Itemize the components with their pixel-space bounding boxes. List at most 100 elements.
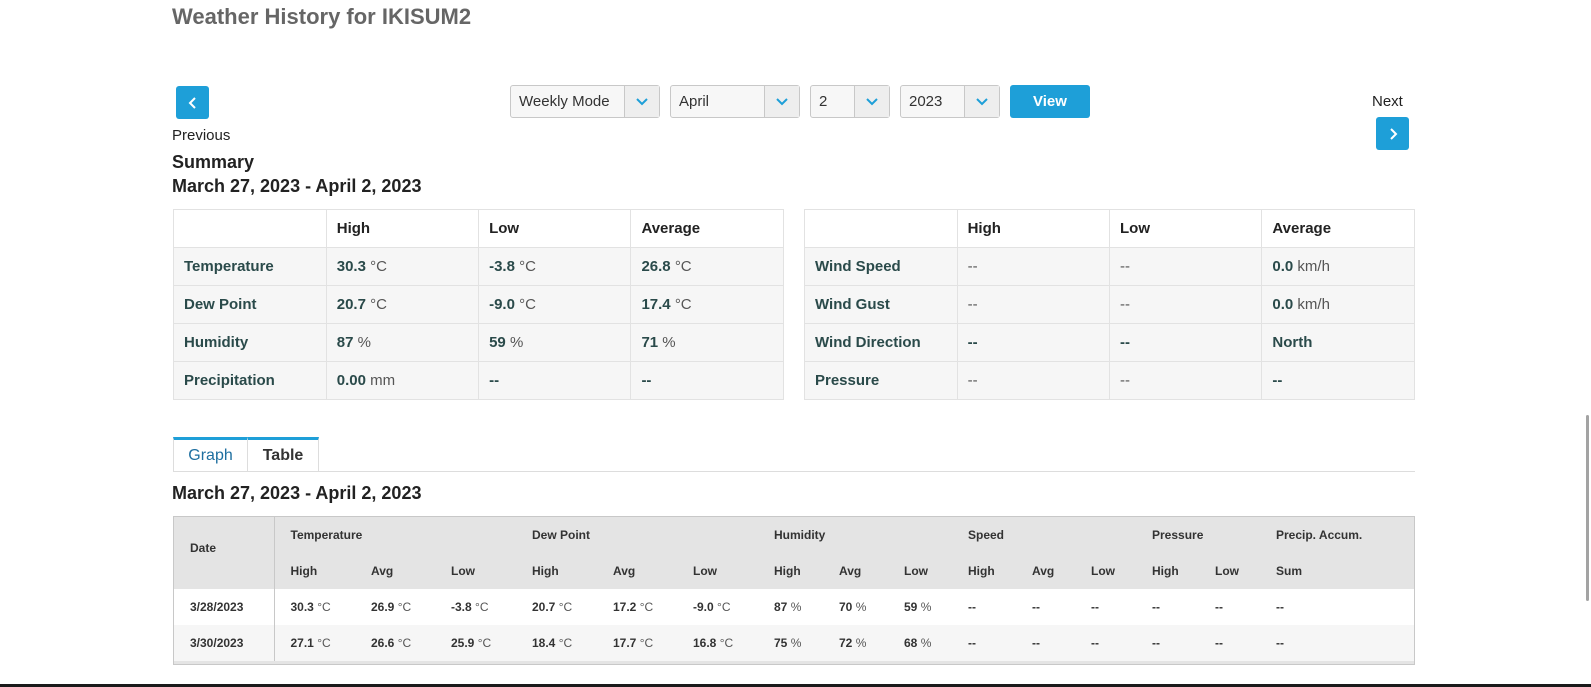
summary-row-label: Wind Direction	[804, 323, 958, 362]
history-cell: --	[1136, 589, 1199, 625]
chevron-right-icon	[1389, 127, 1397, 140]
summary-cell: 30.3 °C	[325, 247, 480, 286]
summary-row-label: Wind Speed	[804, 247, 958, 286]
summary-cell-value: 26.8	[641, 258, 671, 275]
summary-cell: --	[1261, 361, 1415, 400]
summary-header-row: High Low Average	[173, 209, 784, 248]
summary-cell-value: 0.00	[336, 372, 366, 389]
year-select[interactable]: 2023	[900, 85, 1000, 118]
history-cell-unit: °C	[719, 636, 734, 650]
history-cell-unit: °C	[639, 600, 654, 614]
history-cell: -3.8 °C	[435, 589, 516, 625]
history-subheader: Avg	[597, 553, 677, 589]
summary-cell-value: 0.0	[1272, 296, 1294, 313]
history-cell: 27.1 °C	[274, 625, 355, 661]
history-group-header: Precip. Accum.	[1260, 517, 1393, 553]
summary-cell-unit: °C	[674, 258, 692, 275]
history-cell: 25.9 °C	[435, 625, 516, 661]
history-cell: --	[1016, 589, 1075, 625]
previous-label[interactable]: Previous	[172, 127, 230, 144]
history-date: 3/28/2023	[174, 589, 275, 625]
history-cell-value: --	[968, 600, 976, 614]
history-subheader: High	[758, 553, 823, 589]
history-cell-value: 26.9	[371, 600, 395, 614]
history-col-date: Date	[174, 517, 275, 589]
history-cell-value: 16.8	[693, 636, 717, 650]
summary-cell-unit: °C	[370, 258, 387, 275]
summary-cell-value: -3.8	[489, 258, 515, 275]
history-cell: --	[1260, 625, 1393, 661]
history-cell: 75 %	[758, 625, 823, 661]
history-cell-unit: %	[855, 636, 867, 650]
week-select[interactable]: 2	[810, 85, 890, 118]
history-group-header: Speed	[952, 517, 1136, 553]
history-cell-empty	[1392, 625, 1414, 661]
history-cell-value: 27.1	[290, 636, 314, 650]
summary-cell: --	[1108, 285, 1263, 324]
summary-cell: 26.8 °C	[630, 247, 784, 286]
history-subheader: High	[952, 553, 1016, 589]
summary-table-right: High Low Average Wind Speed -- -- 0.0 km/h W…	[804, 209, 1415, 400]
summary-header: Average	[630, 209, 784, 248]
summary-row-label: Temperature	[173, 247, 327, 286]
history-cell-value: 17.2	[613, 600, 637, 614]
summary-cell-unit: °C	[674, 296, 692, 313]
summary-cell: North	[1261, 323, 1415, 362]
summary-cell-value: 17.4	[641, 296, 671, 313]
history-subheader: Low	[888, 553, 952, 589]
history-cell: 16.8 °C	[677, 625, 758, 661]
summary-table-left: High Low Average Temperature 30.3 °C -3.8 …	[173, 209, 784, 400]
summary-cell: 0.0 km/h	[1261, 285, 1415, 324]
scrollbar-thumb[interactable]	[1586, 415, 1589, 601]
view-button[interactable]: View	[1010, 85, 1090, 118]
next-button[interactable]	[1376, 117, 1409, 150]
chevron-down-icon	[624, 86, 659, 117]
history-table-container[interactable]: Date Temperature Dew Point Humidity Spee…	[173, 516, 1415, 665]
summary-cell-unit: km/h	[1297, 258, 1330, 275]
history-subheader: High	[1136, 553, 1199, 589]
tab-divider	[173, 471, 1415, 472]
history-cell-unit: °C	[475, 600, 489, 614]
history-cell: --	[1199, 625, 1260, 661]
previous-button[interactable]	[176, 86, 209, 119]
history-cell-value: --	[1276, 600, 1284, 614]
summary-row-label: Precipitation	[173, 361, 327, 400]
history-cell: --	[1075, 625, 1136, 661]
summary-header: High	[956, 209, 1111, 248]
history-cell-value: 26.6	[371, 636, 395, 650]
summary-cell: 17.4 °C	[630, 285, 784, 324]
history-subheader: Low	[1199, 553, 1260, 589]
month-select-value: April	[679, 93, 710, 110]
history-cell-unit: °C	[558, 600, 573, 614]
summary-cell-value: --	[489, 372, 500, 389]
summary-cell-unit: %	[357, 334, 371, 351]
summary-cell: --	[630, 361, 784, 400]
history-cell-unit: °C	[717, 600, 731, 614]
history-cell-value: --	[1032, 600, 1040, 614]
table-row: 3/30/2023 27.1 °C 26.6 °C 25.9 °C 18.4 °C 17.…	[174, 625, 1414, 661]
tab-graph[interactable]: Graph	[173, 437, 248, 472]
summary-row-label: Wind Gust	[804, 285, 958, 324]
next-label[interactable]: Next	[1372, 93, 1403, 110]
month-select[interactable]: April	[670, 85, 800, 118]
table-row: 3/28/2023 30.3 °C 26.9 °C -3.8 °C 20.7 °C 17.…	[174, 589, 1414, 625]
history-cell-value: --	[1215, 600, 1223, 614]
summary-row-label: Humidity	[173, 323, 327, 362]
summary-cell-value: --	[1120, 372, 1130, 389]
history-cell-unit: °C	[397, 636, 412, 650]
history-subheader-row: High Avg Low High Avg Low High Avg Low H…	[174, 553, 1414, 589]
scrollbar[interactable]	[1578, 0, 1591, 684]
tab-table[interactable]: Table	[248, 437, 319, 472]
history-cell-value: --	[1152, 636, 1160, 650]
history-cell-unit: %	[855, 600, 867, 614]
history-cell-value: 59	[904, 600, 918, 614]
history-cell-empty	[1392, 589, 1414, 625]
history-cell-unit: °C	[317, 600, 331, 614]
summary-cell-unit: mm	[370, 372, 396, 389]
history-group-header: Temperature	[274, 517, 516, 553]
mode-select[interactable]: Weekly Mode	[510, 85, 660, 118]
summary-cell: 87 %	[325, 323, 480, 362]
history-cell-value: 87	[774, 600, 788, 614]
history-subheader: Low	[435, 553, 516, 589]
summary-header: High	[325, 209, 480, 248]
